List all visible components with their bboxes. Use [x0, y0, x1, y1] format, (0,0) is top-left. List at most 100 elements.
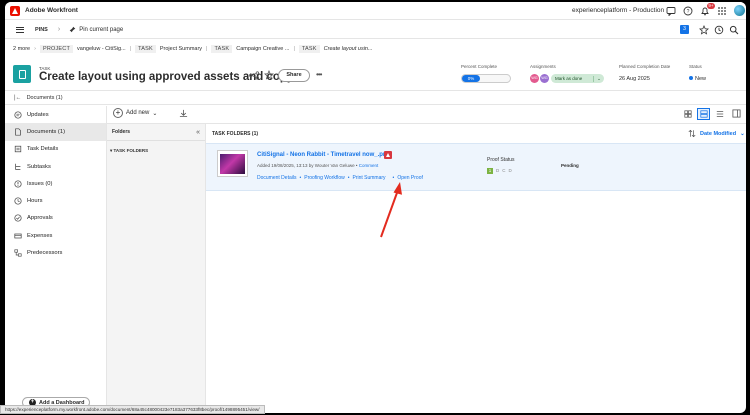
- sidebar-item-label: Subtasks: [27, 163, 51, 170]
- sidebar-item-label: Expenses: [27, 232, 53, 239]
- assignee-avatar[interactable]: WG: [530, 74, 539, 83]
- add-new-button[interactable]: + Add new ⌄: [113, 108, 157, 118]
- pin-current-page-button[interactable]: Pin current page: [69, 26, 123, 33]
- print-summary-link[interactable]: Print Summary: [352, 175, 385, 181]
- proof-icon[interactable]: [384, 151, 392, 159]
- assignee-avatar[interactable]: WG: [540, 74, 549, 83]
- updates-icon: [13, 110, 22, 119]
- grid-view-icon[interactable]: [681, 108, 694, 120]
- menu-icon[interactable]: [16, 25, 24, 34]
- breadcrumb-task-summary[interactable]: Project Summary: [160, 46, 202, 52]
- notifications-icon[interactable]: 9+: [699, 3, 715, 16]
- sidebar-item-hours[interactable]: Hours: [5, 192, 106, 209]
- percent-complete-bar[interactable]: 0%: [461, 74, 511, 83]
- document-row[interactable]: CitiSignal - Neon Rabbit - Timetravel no…: [206, 143, 746, 191]
- chevron-down-icon: ⌄: [152, 110, 158, 117]
- side-panel-icon[interactable]: [732, 109, 741, 118]
- breadcrumb-task-campaign[interactable]: Campaign Creative ...: [236, 46, 289, 52]
- predecessors-icon: [13, 249, 22, 258]
- assignments-label: Assignments: [530, 64, 556, 69]
- breadcrumb-divider: |: [293, 46, 295, 52]
- favorite-star-icon[interactable]: [264, 70, 274, 80]
- proof-status-steps[interactable]: 1 D C D: [487, 168, 512, 174]
- chevron-right-icon: ›: [57, 26, 61, 33]
- breadcrumb-divider: |: [129, 46, 132, 52]
- sidebar-item-label: Approvals: [27, 215, 53, 222]
- adobe-logo-icon[interactable]: [10, 5, 20, 16]
- folders-pane: Folders « ▾ TASK FOLDERS: [107, 123, 206, 413]
- pins-label[interactable]: PINS: [35, 27, 48, 33]
- collapse-icon[interactable]: «: [196, 129, 200, 136]
- sidebar-item-documents[interactable]: Documents (1): [5, 123, 106, 141]
- sidebar-item-predecessors[interactable]: Predecessors: [5, 244, 106, 261]
- sidebar-item-expenses[interactable]: Expenses: [5, 227, 106, 244]
- sort-control[interactable]: Date Modified ⌄: [688, 129, 745, 138]
- document-actions: Document Details • Proofing Workflow • P…: [257, 175, 423, 181]
- comment-link[interactable]: Comment: [359, 163, 379, 168]
- breadcrumb-project[interactable]: vangeluw - CitiSig...: [77, 46, 126, 52]
- search-icon[interactable]: [728, 24, 739, 35]
- list-view-icon[interactable]: [713, 108, 726, 120]
- document-name-link[interactable]: CitiSignal - Neon Rabbit - Timetravel no…: [257, 152, 390, 158]
- sidebar-item-label: Issues (0): [27, 180, 53, 187]
- proof-step: C: [502, 168, 506, 173]
- sidebar-item-label: Hours: [27, 198, 43, 205]
- workflow-icon[interactable]: [249, 70, 259, 80]
- approval-icon: [13, 214, 22, 223]
- task-icon: [13, 65, 31, 83]
- folder-item-task-folders[interactable]: ▾ TASK FOLDERS: [107, 148, 205, 154]
- pins-bar: PINS › Pin current page 3: [5, 21, 746, 39]
- document-details-link[interactable]: Document Details: [257, 175, 296, 181]
- issues-icon: [13, 179, 22, 188]
- document-thumbnail[interactable]: [217, 150, 248, 177]
- status-badge[interactable]: New: [689, 76, 706, 82]
- pin-icon: [69, 26, 76, 33]
- planned-completion-value[interactable]: 26 Aug 2025: [619, 76, 650, 82]
- pinned-count-badge[interactable]: 3: [680, 25, 689, 34]
- chevron-down-icon[interactable]: ⌄: [593, 75, 604, 82]
- sidebar-item-task-details[interactable]: Task Details: [5, 141, 106, 158]
- breadcrumb-tag: TASK: [298, 45, 320, 53]
- proof-step: D: [496, 168, 500, 173]
- sidebar-item-subtasks[interactable]: Subtasks: [5, 158, 106, 175]
- header-actions: [249, 70, 274, 80]
- proof-step: 1: [487, 168, 493, 174]
- breadcrumb-current-task: Create layout usin...: [323, 46, 373, 52]
- card-view-icon[interactable]: [697, 108, 710, 120]
- status-bar-url: https://experienceplatform.my.workfront.…: [0, 405, 265, 414]
- download-icon[interactable]: [179, 109, 188, 118]
- sidebar-item-updates[interactable]: Updates: [5, 106, 106, 123]
- help-icon[interactable]: ?: [682, 5, 693, 16]
- collapse-left-icon[interactable]: |←: [14, 95, 22, 101]
- percent-complete-label: Percent Complete: [461, 64, 498, 69]
- add-new-label: Add new: [126, 110, 150, 116]
- sidebar-item-issues[interactable]: Issues (0): [5, 175, 106, 192]
- share-button[interactable]: Share: [278, 69, 310, 82]
- status-dot-icon: [689, 76, 693, 80]
- user-avatar[interactable]: [734, 5, 745, 16]
- chevron-right-icon: ›: [34, 46, 36, 52]
- mark-as-done-button[interactable]: Mark as done ⌄: [551, 74, 604, 83]
- more-options-icon[interactable]: •••: [316, 70, 322, 79]
- planned-completion-label: Planned Completion Date: [619, 64, 671, 69]
- app-title[interactable]: Adobe Workfront: [25, 7, 78, 14]
- sidebar-item-approvals[interactable]: Approvals: [5, 210, 106, 227]
- document-meta: Added 19/08/2025, 13:13 by Wouter Van Ge…: [257, 163, 378, 168]
- details-icon: [13, 145, 22, 154]
- proofing-workflow-link[interactable]: Proofing Workflow: [304, 175, 344, 181]
- breadcrumb-more[interactable]: 2 more: [13, 46, 30, 52]
- chevron-down-icon: ⌄: [740, 130, 745, 137]
- documents-list-title: TASK FOLDERS (1): [212, 131, 259, 137]
- link-separator: •: [392, 175, 395, 181]
- mark-as-done-label: Mark as done: [555, 76, 583, 81]
- open-proof-link[interactable]: Open Proof: [397, 175, 423, 181]
- history-icon[interactable]: [713, 24, 724, 35]
- sidebar-item-label: Documents (1): [27, 128, 66, 135]
- svg-text:?: ?: [686, 9, 689, 15]
- sidebar-item-label: Updates: [27, 111, 49, 118]
- environment-selector[interactable]: experienceplatform - Production: [572, 7, 664, 14]
- feedback-icon[interactable]: [665, 5, 676, 16]
- app-switcher-icon[interactable]: [716, 5, 727, 16]
- star-icon[interactable]: [698, 24, 709, 35]
- documents-header: TASK FOLDERS (1) Date Modified ⌄: [206, 123, 746, 143]
